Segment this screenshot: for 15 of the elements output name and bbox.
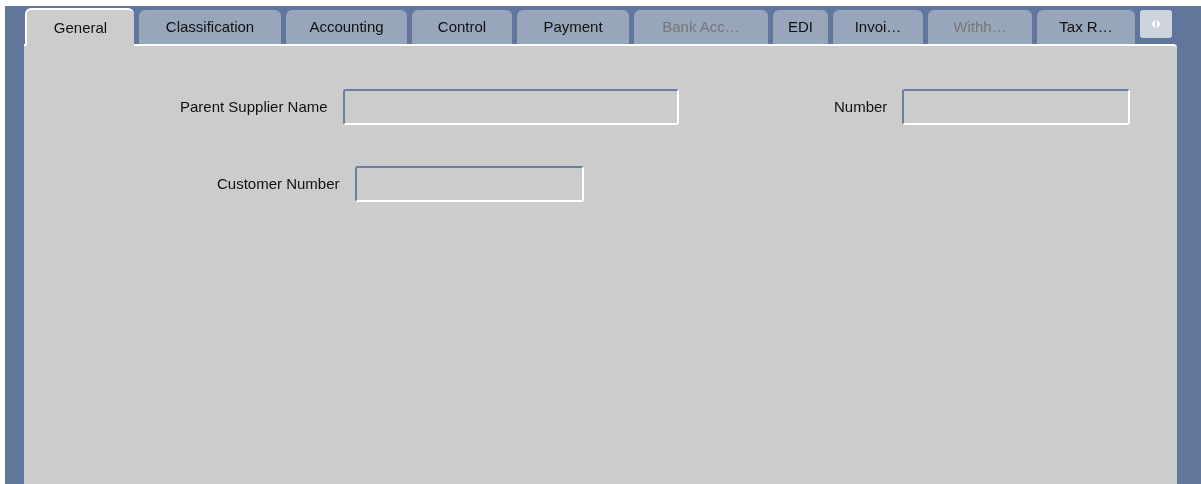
tab[interactable]: Classification (139, 10, 281, 44)
field-label: Number (834, 96, 888, 117)
tab[interactable]: Tax R… (1037, 10, 1135, 44)
text-field[interactable] (354, 166, 584, 202)
text-field[interactable] (342, 89, 679, 125)
tab[interactable]: Invoi… (833, 10, 923, 44)
tab[interactable]: Accounting (286, 10, 407, 44)
tab[interactable]: EDI (773, 10, 828, 44)
tab[interactable]: General (25, 8, 134, 46)
tab[interactable]: Payment (517, 10, 629, 44)
tab[interactable]: Control (412, 10, 512, 44)
left-right-arrows-icon (1150, 19, 1162, 29)
text-field[interactable] (902, 89, 1131, 125)
field-label: Parent Supplier Name (180, 96, 328, 117)
field-label: Customer Number (217, 173, 340, 194)
